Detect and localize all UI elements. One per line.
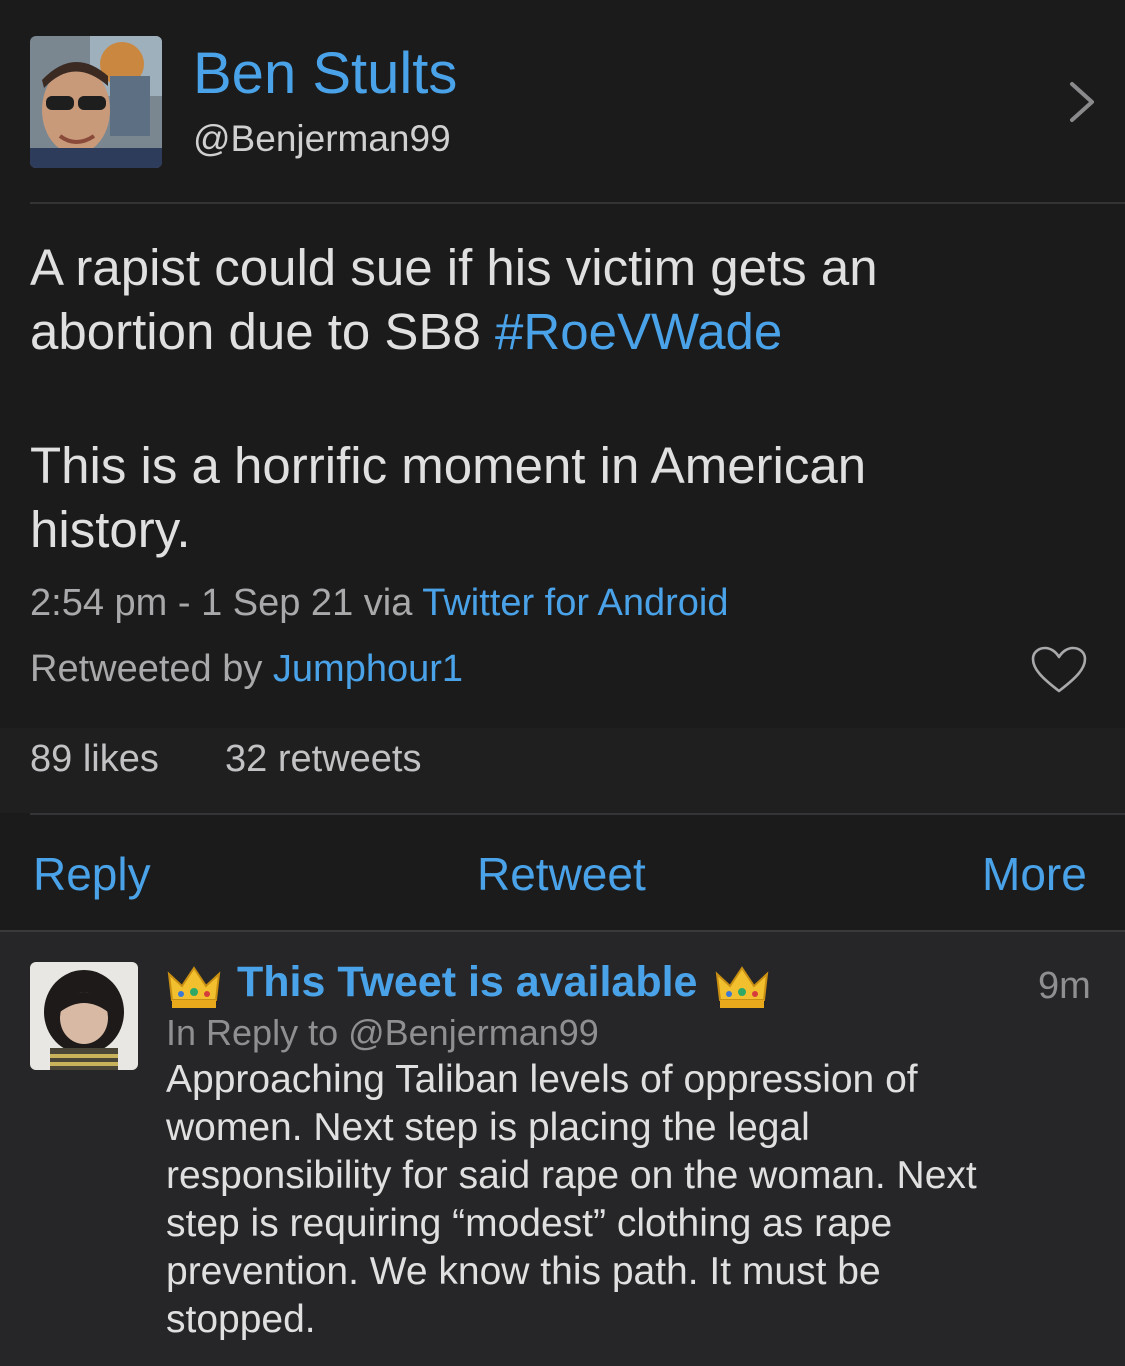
reply-text-line: stopped. <box>166 1298 316 1341</box>
retweet-button[interactable]: Retweet <box>477 847 646 901</box>
author-name[interactable]: Ben Stults <box>193 40 457 107</box>
tweet-text-line: history. <box>30 501 191 558</box>
author-avatar[interactable] <box>30 36 162 168</box>
crown-icon <box>714 962 770 1012</box>
retweeted-by: Retweeted by Jumphour1 <box>30 648 463 691</box>
profile-header[interactable] <box>0 0 1125 202</box>
tweet-text-line: abortion due to SB8 #RoeVWade <box>30 300 782 364</box>
divider <box>30 813 1125 815</box>
reply-button[interactable]: Reply <box>33 847 151 901</box>
stats-bar <box>0 728 1125 813</box>
crown-icon <box>166 962 222 1012</box>
reply-text-line: Approaching Taliban levels of oppression… <box>166 1058 918 1101</box>
likes-count[interactable]: 89 likes <box>30 738 159 781</box>
in-reply-to: In Reply to @Benjerman99 <box>166 1012 599 1053</box>
hashtag-link[interactable]: #RoeVWade <box>495 303 782 360</box>
author-handle: @Benjerman99 <box>193 118 451 159</box>
reply-text-line: step is requiring “modest” clothing as r… <box>166 1202 893 1245</box>
source-link[interactable]: Twitter for Android <box>422 582 728 624</box>
tweet-meta: 2:54 pm - 1 Sep 21 via Twitter for Andro… <box>30 582 728 625</box>
reply-author-name[interactable]: This Tweet is available <box>237 958 697 1007</box>
timestamp: 2:54 pm - 1 Sep 21 via <box>30 582 423 624</box>
heart-outline-icon[interactable] <box>1030 645 1088 695</box>
retweeted-by-label: Retweeted by <box>30 648 273 690</box>
retweets-count[interactable]: 32 retweets <box>225 738 421 781</box>
divider <box>30 202 1125 204</box>
retweeter-link[interactable]: Jumphour1 <box>273 648 463 690</box>
reply-time: 9m <box>1038 965 1091 1007</box>
tweet-text-line: This is a horrific moment in American <box>30 437 867 494</box>
reply-text-line: responsibility for said rape on the woma… <box>166 1154 977 1197</box>
tweet-text-line: A rapist could sue if his victim gets an <box>30 239 878 296</box>
tweet-text-span: abortion due to SB8 <box>30 303 496 360</box>
more-button[interactable]: More <box>982 847 1087 901</box>
chevron-right-icon[interactable] <box>1062 80 1102 124</box>
reply-text-line: women. Next step is placing the legal <box>166 1106 810 1149</box>
reply-avatar[interactable] <box>30 962 138 1070</box>
reply-text-line: prevention. We know this path. It must b… <box>166 1250 881 1293</box>
